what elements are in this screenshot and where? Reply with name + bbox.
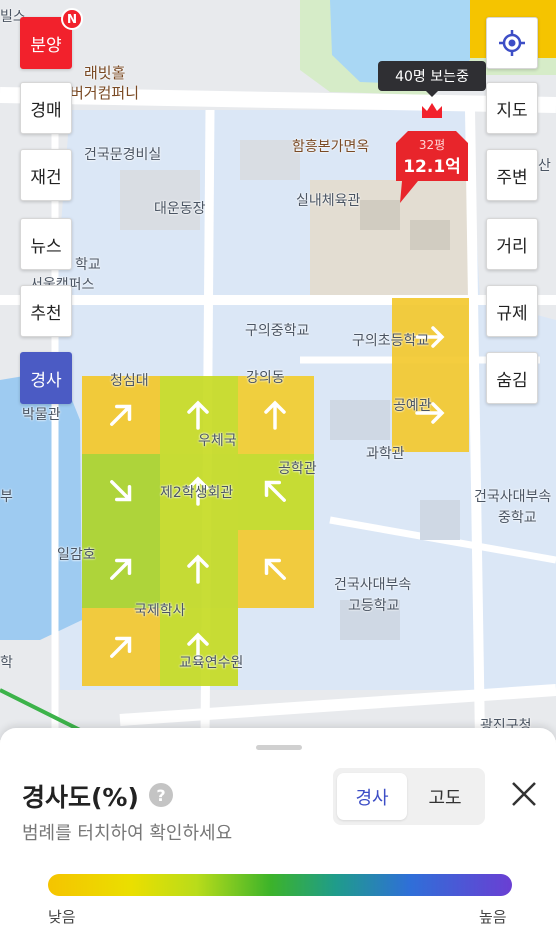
panel-grabber[interactable] [256,745,302,750]
locate-button[interactable] [486,17,538,69]
map-label-cafeteria: 건국문경비실 [84,147,162,163]
map-label-engineering: 공학관 [278,461,317,477]
arrow-up-icon [264,400,286,430]
map-label-kuhs-high2: 고등학교 [348,598,400,614]
toggle-altitude[interactable]: 고도 [409,773,481,820]
new-badge: N [61,8,83,30]
distance-button[interactable]: 거리 [486,218,538,270]
close-icon[interactable] [508,778,540,810]
map-label-ilgam: 일감호 [57,547,96,563]
news-button[interactable]: 뉴스 [20,218,72,270]
legend-low-label: 낮음 [48,908,76,926]
map-label-kuhs-middle2: 중학교 [498,510,537,526]
map-label-intl-school: 국제학사 [134,603,186,619]
arrow-up-icon [187,400,209,430]
map-label-craft: 공예관 [393,398,432,414]
hide-button[interactable]: 숨김 [486,352,538,404]
slope-panel: 경사도(%) ? 범례를 터치하여 확인하세요 경사 고도 낮음 높음 [0,728,556,942]
map-label-daeun: 대운동장 [154,201,206,217]
auction-button[interactable]: 경매 [20,82,72,134]
slope-altitude-toggle: 경사 고도 [333,768,485,825]
price-marker-value: 12.1억 [403,157,461,177]
map-label-guui-middle: 구의중학교 [245,323,310,339]
nearby-button[interactable]: 주변 [486,149,538,201]
regulation-button[interactable]: 규제 [486,285,538,337]
slope-button[interactable]: 경사 [20,352,72,404]
map-label-cheongsim: 청심대 [110,373,149,389]
map-label-rabbit-hall: 래빗홀 [84,64,126,82]
map-label-naengmyeon: 함흥본가면옥 [292,139,370,155]
map-label-gangui: 강의동 [246,370,285,386]
map-label-station: 산 [538,158,551,174]
legend-high-label: 높음 [479,908,507,926]
panel-subtitle: 범례를 터치하여 확인하세요 [22,823,233,844]
panel-title: 경사도(%) [22,783,139,812]
help-icon[interactable]: ? [149,783,173,807]
slope-legend-bar[interactable] [48,874,512,896]
map-label-museum: 박물관 [22,407,61,423]
map-label-burger: 버거컴퍼니 [70,84,140,102]
map-label-education: 교육연수원 [179,655,244,671]
map-label-student-hall: 제2학생회관 [160,485,234,501]
viewers-tooltip: 40명 보는중 [378,61,486,97]
map-label-gym: 실내체육관 [296,193,361,209]
map-label-school1: 학교 [75,257,101,273]
map-label-edge-mid: 부 [0,489,13,505]
crown-icon [422,103,442,118]
map-label-post: 우체국 [198,433,237,449]
map-type-button[interactable]: 지도 [486,82,538,134]
map-label-kuhs-high1: 건국사대부속 [334,577,412,593]
rebuild-button[interactable]: 재건 [20,149,72,201]
map-label-edge-low: 학 [0,655,13,671]
recommend-button[interactable]: 추천 [20,285,72,337]
toggle-slope[interactable]: 경사 [337,773,407,820]
map-label-kuhs-middle1: 건국사대부속 [474,489,552,505]
arrow-up-icon [187,554,209,584]
crosshair-icon [499,30,525,56]
map-label-guui-elem: 구의초등학교 [352,333,430,349]
map[interactable]: 래빗홀 버거컴퍼니 건국문경비실 함흥본가면옥 대운동장 실내체육관 학교 서울… [0,0,556,740]
map-label-science: 과학관 [366,446,405,462]
price-marker-size: 32평 [418,138,446,152]
